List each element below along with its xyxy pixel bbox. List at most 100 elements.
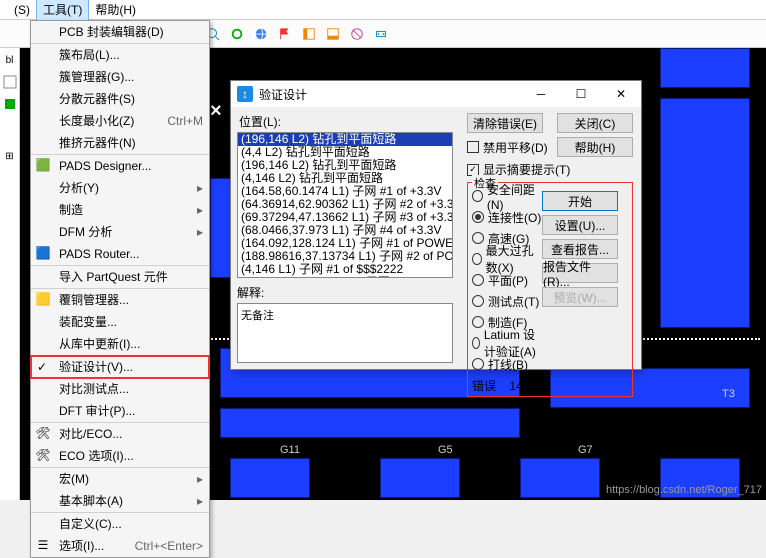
menu-cluster-layout[interactable]: 簇布局(L)... [31,44,209,66]
menu-pcb-pkg-editor[interactable]: PCB 封装编辑器(D) [31,21,209,44]
menu-copper-manager[interactable]: 🟨覆铜管理器... [31,289,209,311]
dialog-icon: ↕ [237,86,253,102]
menubar-help[interactable]: 帮助(H) [89,0,142,20]
dock-tree-icon[interactable]: ⊞ [2,148,18,164]
clear-errors-button[interactable]: 清除错误(E) [467,113,543,133]
menu-pads-router[interactable]: 🟦PADS Router... [31,243,209,266]
hotkey: Ctrl+M [167,113,203,129]
menu-import-partquest[interactable]: 导入 PartQuest 元件 [31,266,209,289]
preview-button: 预览(W)... [542,287,618,307]
globe-icon[interactable] [251,24,271,44]
panel1-icon[interactable] [299,24,319,44]
pad [380,458,460,498]
submenu-arrow-icon: ▸ [197,493,203,509]
dialog-title: 验证设计 [259,86,307,103]
menu-dfm-analyze[interactable]: DFM 分析▸ [31,221,209,243]
radio-testpoint-label: 测试点(T) [488,293,539,310]
menu-dft-audit[interactable]: DFT 审计(P)... [31,400,209,423]
minimize-button[interactable]: ─ [521,81,561,107]
pads-designer-icon: 🟩 [35,157,51,173]
submenu-arrow-icon: ▸ [197,180,203,196]
submenu-arrow-icon: ▸ [197,224,203,240]
check-group-redbox: 检查 安全间距(N) 连接性(O) 高速(G) 最大过孔数(X) 平面(P) 测… [467,182,633,397]
setup-button[interactable]: 设置(U)... [542,215,618,235]
radio-wirebond-label: 打线(B) [488,356,528,373]
menu-compare-eco[interactable]: 🛠对比/ECO... [31,423,209,445]
eco-icon: 🛠 [35,425,51,441]
report-file-button[interactable]: 报告文件(R)... [542,263,618,283]
radio-connectivity[interactable] [472,211,484,223]
explanation-textarea[interactable]: 无备注 [237,303,453,363]
menu-macro[interactable]: 宏(M)▸ [31,468,209,490]
menu-eco-options[interactable]: 🛠ECO 选项(I)... [31,445,209,468]
copper-icon: 🟨 [35,291,51,307]
radio-latium[interactable] [472,337,480,349]
menu-make[interactable]: 制造▸ [31,199,209,221]
error-label: 错误 [472,379,496,393]
menu-cluster-manager[interactable]: 簇管理器(G)... [31,66,209,88]
radio-highspeed[interactable] [472,232,484,244]
radio-plane[interactable] [472,274,484,286]
disable-pan-checkbox[interactable] [467,141,479,153]
watermark: https://blog.csdn.net/Roger_717 [606,484,762,496]
error-listbox[interactable]: (196,146 L2) 钻孔到平面短路 (4,4 L2) 钻孔到平面短路 (1… [237,132,453,278]
menu-compare-testpoint[interactable]: 对比测试点... [31,378,209,400]
menu-refresh-from-lib[interactable]: 从库中更新(I)... [31,333,209,356]
options-icon: ☰ [35,537,51,553]
menu-nudge-components[interactable]: 推挤元器件(N) [31,132,209,155]
radio-maxvia[interactable] [472,253,482,265]
verify-design-dialog: ↕ 验证设计 ─ ☐ ✕ 位置(L): (196,146 L2) 钻孔到平面短路… [230,80,642,370]
menu-disperse-components[interactable]: 分散元器件(S) [31,88,209,110]
menu-options[interactable]: ☰选项(I)...Ctrl+<Enter> [31,535,209,557]
maximize-button[interactable]: ☐ [561,81,601,107]
view-report-button[interactable]: 查看报告... [542,239,618,259]
menubar: (S) 工具(T) 帮助(H) [0,0,766,20]
dock-label-icon[interactable]: bl [2,52,18,68]
left-dockbar: bl ⊞ [0,48,20,500]
list-item[interactable]: (8.99922,147.1041 L1) 子网 #2 of $$$2222 [238,276,452,278]
menu-pads-designer[interactable]: 🟩PADS Designer... [31,155,209,177]
panel2-icon[interactable] [323,24,343,44]
menu-length-minimize[interactable]: 长度最小化(Z)Ctrl+M [31,110,209,132]
dock-box-icon[interactable] [2,74,18,90]
menu-customize[interactable]: 自定义(C)... [31,513,209,535]
refdes-t3: T3 [722,388,735,400]
flag-icon[interactable] [275,24,295,44]
dialog-titlebar[interactable]: ↕ 验证设计 ─ ☐ ✕ [231,81,641,107]
cycle-icon[interactable] [227,24,247,44]
menu-verify-design[interactable]: ✓验证设计(V)... [31,356,209,378]
explanation-label: 解释: [237,284,453,301]
start-button[interactable]: 开始 [542,191,618,211]
radio-testpoint[interactable] [472,295,484,307]
drc-icon[interactable] [347,24,367,44]
pad [520,458,600,498]
pad [230,458,310,498]
menubar-prev[interactable]: (S) [8,1,36,19]
submenu-arrow-icon: ▸ [197,471,203,487]
menu-basic-script[interactable]: 基本脚本(A)▸ [31,490,209,513]
refdes-g7: G7 [578,444,593,456]
close-button[interactable]: ✕ [601,81,641,107]
close-dialog-button[interactable]: 关闭(C) [557,113,633,133]
pad [660,98,750,328]
hotkey: Ctrl+<Enter> [135,538,203,554]
check-icon: ✓ [37,359,47,375]
disable-pan-label: 禁用平移(D) [483,139,548,156]
tools-menu: PCB 封装编辑器(D) 簇布局(L)... 簇管理器(G)... 分散元器件(… [30,20,210,558]
radio-connectivity-label: 连接性(O) [488,209,541,226]
radio-fabrication[interactable] [472,316,484,328]
show-summary-checkbox[interactable]: ✓ [467,164,479,176]
location-label: 位置(L): [239,113,453,130]
radio-clearance-label: 安全间距(N) [487,181,544,212]
menu-analyze[interactable]: 分析(Y)▸ [31,177,209,199]
dock-green-icon[interactable] [2,96,18,112]
help-button[interactable]: 帮助(H) [557,137,633,157]
submenu-arrow-icon: ▸ [197,202,203,218]
radio-plane-label: 平面(P) [488,272,528,289]
radio-wirebond[interactable] [472,358,484,370]
refdes-g5: G5 [438,444,453,456]
radio-clearance[interactable] [472,190,483,202]
menubar-tools[interactable]: 工具(T) [36,0,89,21]
place-icon[interactable] [371,24,391,44]
menu-assembly-variant[interactable]: 装配变量... [31,311,209,333]
